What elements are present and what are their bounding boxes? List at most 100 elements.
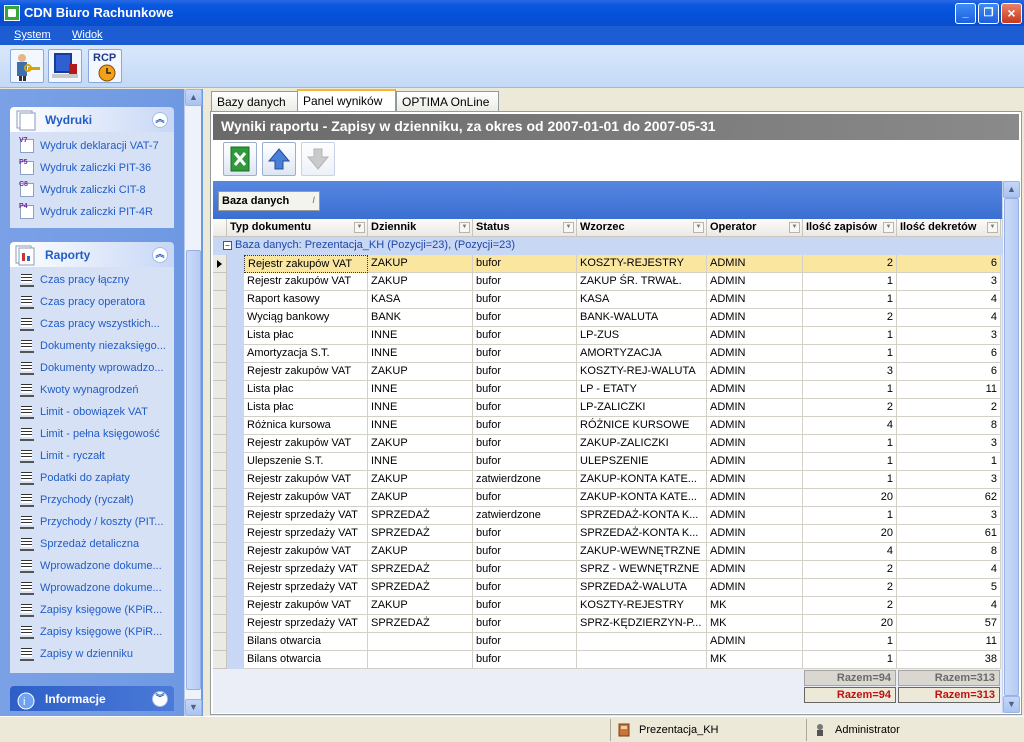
col-entries-count-cell[interactable]: 2 [803,579,897,597]
col-status-cell[interactable]: bufor [473,435,577,453]
col-journal-cell[interactable]: KASA [368,291,473,309]
nav-item-report[interactable]: Zapisy księgowe (KPiR... [20,603,162,623]
col-journal-cell[interactable]: ZAKUP [368,597,473,615]
row-selector[interactable] [213,651,227,669]
col-entries-count-cell[interactable]: 1 [803,471,897,489]
col-journal-cell[interactable]: SPRZEDAŻ [368,507,473,525]
col-entries-count-cell[interactable]: 2 [803,255,897,273]
nav-item-cit8[interactable]: C8 Wydruk zaliczki CIT-8 [19,181,146,203]
col-document-type-cell[interactable]: Lista płac [244,327,368,345]
col-decrees-count-cell[interactable]: 62 [897,489,1001,507]
col-template-cell[interactable]: KOSZTY-REJESTRY [577,597,707,615]
col-document-type-cell[interactable]: Rejestr zakupów VAT [244,255,368,273]
col-document-type-cell[interactable]: Rejestr zakupów VAT [244,435,368,453]
col-journal-cell[interactable]: ZAKUP [368,543,473,561]
row-selector[interactable] [213,597,227,615]
col-operator-cell[interactable]: ADMIN [707,417,803,435]
col-document-type-cell[interactable]: Bilans otwarcia [244,651,368,669]
row-selector[interactable] [213,399,227,417]
col-decrees-count-cell[interactable]: 5 [897,579,1001,597]
col-journal-cell[interactable]: INNE [368,381,473,399]
col-entries-count-cell[interactable]: 1 [803,345,897,363]
col-document-type-cell[interactable]: Bilans otwarcia [244,633,368,651]
col-status-cell[interactable]: bufor [473,417,577,435]
col-operator-cell[interactable]: ADMIN [707,507,803,525]
col-document-type-cell[interactable]: Rejestr zakupów VAT [244,273,368,291]
col-decrees-count-cell[interactable]: 3 [897,273,1001,291]
row-selector[interactable] [213,417,227,435]
col-document-type-cell[interactable]: Rejestr sprzedaży VAT [244,579,368,597]
nav-item-vat7[interactable]: V7 Wydruk deklaracji VAT-7 [19,137,159,159]
col-status-cell[interactable]: bufor [473,345,577,363]
col-entries-count-cell[interactable]: 1 [803,291,897,309]
col-operator-cell[interactable]: ADMIN [707,399,803,417]
scroll-up-icon[interactable]: ▲ [1003,181,1020,198]
scroll-thumb[interactable] [1004,198,1019,696]
scroll-up-icon[interactable]: ▲ [185,89,202,106]
col-journal-cell[interactable]: ZAKUP [368,363,473,381]
nav-item-report[interactable]: Limit - pełna księgowość [20,427,160,447]
col-status-cell[interactable]: zatwierdzone [473,471,577,489]
nav-item-report[interactable]: Podatki do zapłaty [20,471,130,491]
col-operator-cell[interactable]: ADMIN [707,471,803,489]
col-document-type-header[interactable]: Typ dokumentu ▼ [227,219,368,237]
col-template-cell[interactable]: ZAKUP-KONTA KATE... [577,489,707,507]
col-document-type-cell[interactable]: Rejestr zakupów VAT [244,597,368,615]
col-decrees-count-cell[interactable]: 11 [897,633,1001,651]
filter-dropdown-icon[interactable]: ▼ [354,222,365,233]
col-decrees-count-cell[interactable]: 2 [897,399,1001,417]
section-raporty-header[interactable]: Raporty ︽ [10,242,174,267]
col-entries-count-cell[interactable]: 2 [803,309,897,327]
minimize-button[interactable]: _ [955,3,976,24]
col-entries-count-cell[interactable]: 20 [803,489,897,507]
group-chip-database[interactable]: Baza danych / [218,191,320,211]
col-journal-cell[interactable]: BANK [368,309,473,327]
col-status-cell[interactable]: zatwierdzone [473,507,577,525]
col-document-type-cell[interactable]: Rejestr sprzedaży VAT [244,561,368,579]
row-selector[interactable] [213,291,227,309]
col-operator-cell[interactable]: MK [707,615,803,633]
col-status-cell[interactable]: bufor [473,309,577,327]
col-decrees-count-cell[interactable]: 61 [897,525,1001,543]
col-entries-count-cell[interactable]: 1 [803,327,897,345]
col-status-cell[interactable]: bufor [473,489,577,507]
col-operator-cell[interactable]: ADMIN [707,327,803,345]
nav-item-report[interactable]: Zapisy w dzienniku [20,647,133,667]
col-document-type-cell[interactable]: Amortyzacja S.T. [244,345,368,363]
col-entries-count-cell[interactable]: 1 [803,273,897,291]
col-document-type-cell[interactable]: Rejestr zakupów VAT [244,471,368,489]
col-decrees-count-cell[interactable]: 4 [897,291,1001,309]
scroll-down-icon[interactable]: ▼ [1003,696,1020,713]
export-excel-button[interactable] [223,142,257,176]
col-operator-cell[interactable]: ADMIN [707,453,803,471]
row-selector[interactable] [213,309,227,327]
nav-item-report[interactable]: Czas pracy operatora [20,295,145,315]
section-wydruki-header[interactable]: Wydruki ︽ [10,107,174,132]
col-entries-count-cell[interactable]: 1 [803,435,897,453]
col-operator-cell[interactable]: ADMIN [707,363,803,381]
col-entries-count-cell[interactable]: 1 [803,651,897,669]
col-journal-cell[interactable]: INNE [368,327,473,345]
scroll-down-icon[interactable]: ▼ [185,699,202,716]
col-decrees-count-cell[interactable]: 4 [897,309,1001,327]
col-status-cell[interactable]: bufor [473,633,577,651]
filter-dropdown-icon[interactable]: ▼ [563,222,574,233]
col-decrees-count-cell[interactable]: 6 [897,255,1001,273]
col-journal-cell[interactable]: SPRZEDAŻ [368,579,473,597]
col-decrees-count-cell[interactable]: 38 [897,651,1001,669]
expand-chevron-icon[interactable]: ︾ [152,691,168,707]
row-selector[interactable] [213,363,227,381]
col-template-cell[interactable]: ZAKUP-WEWNĘTRZNE [577,543,707,561]
filter-dropdown-icon[interactable]: ▼ [693,222,704,233]
col-journal-cell[interactable]: SPRZEDAŻ [368,561,473,579]
col-journal-cell[interactable]: SPRZEDAŻ [368,525,473,543]
row-selector[interactable] [213,435,227,453]
col-operator-cell[interactable]: ADMIN [707,543,803,561]
restore-button[interactable]: ❐ [978,3,999,24]
col-operator-cell[interactable]: ADMIN [707,561,803,579]
nav-item-pit4r[interactable]: P4 Wydruk zaliczki PIT-4R [19,203,153,225]
col-operator-cell[interactable]: ADMIN [707,309,803,327]
nav-item-report[interactable]: Wprowadzone dokume... [20,559,162,579]
nav-item-report[interactable]: Limit - ryczałt [20,449,105,469]
row-selector[interactable] [213,327,227,345]
